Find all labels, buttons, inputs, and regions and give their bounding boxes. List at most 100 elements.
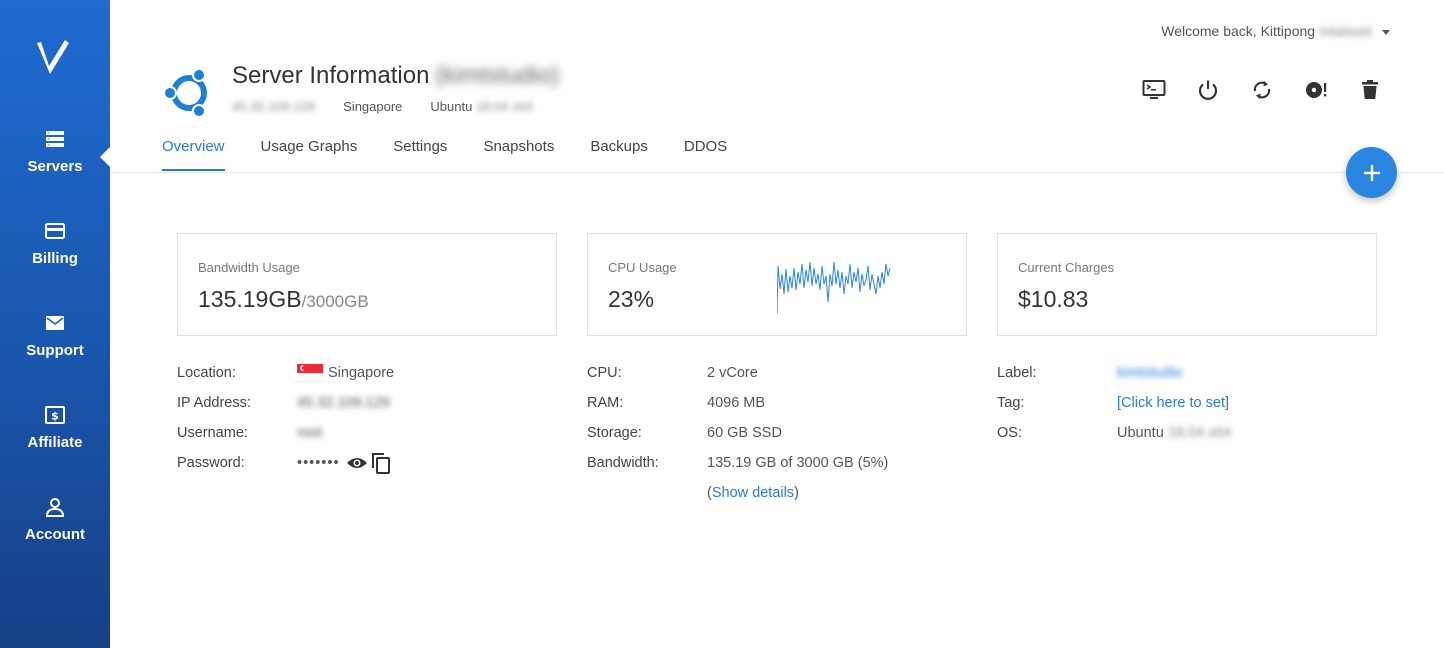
sidebar-item-billing[interactable]: Billing [0,220,110,268]
detail-label: Username: [177,425,248,441]
server-location: Singapore [343,99,403,114]
detail-row-storage: Storage: 60 GB SSD [587,418,967,448]
sidebar-item-servers[interactable]: Servers [0,128,110,176]
detail-row-username: Username: root [177,418,557,448]
sidebar-item-label: Billing [32,250,78,267]
logo-icon[interactable] [35,38,75,78]
detail-row-password: Password: ••••••• [177,448,557,478]
sidebar-item-label: Account [25,526,85,543]
sidebar-item-label: Affiliate [27,434,83,451]
show-details-link[interactable]: Show details [712,485,794,501]
ram-spec: 4096 MB [707,395,766,411]
detail-row-os: OS: Ubuntu 18.04 x64 [997,418,1377,448]
restart-icon [1253,81,1271,99]
username-value[interactable]: root [297,425,322,441]
server-meta: 45.32.109.129 Singapore Ubuntu 18.04 x64 [232,99,533,114]
detail-label: Password: [177,455,245,471]
page-title: Server Information (kimtstudio) [232,62,559,90]
card-label: Bandwidth Usage [198,260,300,275]
tab-overview[interactable]: Overview [162,138,225,171]
detail-label: Label: [997,365,1037,381]
detail-label: Location: [177,365,236,381]
charges-card: Current Charges $10.83 [997,233,1377,336]
user-menu[interactable]: Welcome back, Kittipong Intalsoet [1161,23,1390,39]
bandwidth-total: /3000GB [301,292,369,311]
active-indicator [100,146,111,168]
dollar-bill-icon: $ [45,406,65,424]
ip-value[interactable]: 45.32.109.129 [297,395,390,411]
add-server-button[interactable] [1346,147,1397,198]
trash-icon [1362,80,1378,99]
detail-label: Storage: [587,425,642,441]
restart-button[interactable] [1250,78,1274,102]
show-password-button[interactable] [346,452,368,474]
os-version: 18.04 x64 [1167,425,1232,441]
detail-row-tag: Tag: [Click here to set] [997,388,1377,418]
set-tag-link[interactable]: [Click here to set] [1117,395,1229,411]
plus-icon [1363,164,1380,181]
bandwidth-card: Bandwidth Usage 135.19GB/3000GB [177,233,557,336]
tab-usage-graphs[interactable]: Usage Graphs [261,138,358,171]
power-button[interactable] [1196,78,1220,102]
detail-row-show-details: (Show details) [587,478,967,508]
bandwidth-used: 135.19GB [198,286,302,312]
copy-icon [371,453,390,474]
storage-spec: 60 GB SSD [707,425,782,441]
card-label: Current Charges [1018,260,1115,275]
eye-icon [346,458,367,468]
welcome-text: Welcome back, Kittipong [1161,23,1316,39]
detail-label: RAM: [587,395,624,411]
envelope-icon [46,316,64,330]
detail-label: Bandwidth: [587,455,659,471]
password-value: ••••••• [297,455,340,471]
detail-row-ram: RAM: 4096 MB [587,388,967,418]
redacted-surname: Intalsoet [1319,23,1372,39]
show-details-wrapper: (Show details) [707,485,799,501]
cpu-spec: 2 vCore [707,365,758,381]
detail-value: Singapore [297,364,394,382]
detail-row-label: Label: kimtstudio [997,358,1377,388]
ubuntu-logo-icon [163,68,207,118]
os-name: Ubuntu [1117,425,1164,441]
detail-label: IP Address: [177,395,251,411]
detail-row-cpu: CPU: 2 vCore [587,358,967,388]
charges-value: $10.83 [1018,286,1089,312]
server-tabs: Overview Usage Graphs Settings Snapshots… [162,138,727,171]
tab-settings[interactable]: Settings [393,138,447,171]
servers-icon [46,131,64,147]
detail-label: Tag: [997,395,1025,411]
chevron-down-icon [1382,29,1390,35]
location-value: Singapore [328,365,395,381]
sidebar-item-support[interactable]: Support [0,312,110,360]
tab-backups[interactable]: Backups [590,138,648,171]
tab-ddos[interactable]: DDOS [684,138,727,171]
power-icon [1198,80,1218,100]
copy-password-button[interactable] [370,452,392,474]
page-title-text: Server Information [232,62,430,89]
detail-row-location: Location: Singapore [177,358,557,388]
console-button[interactable] [1142,78,1166,102]
reinstall-button[interactable] [1304,78,1328,102]
svg-text:$: $ [51,410,59,423]
tab-snapshots[interactable]: Snapshots [483,138,554,171]
details-server-access: Location: Singapore IP Address: 45.32.10… [177,358,557,478]
server-os: Ubuntu 18.04 x64 [430,99,533,114]
sidebar-item-account[interactable]: Account [0,496,110,544]
reinstall-icon [1306,82,1327,98]
sidebar-item-affiliate[interactable]: $ Affiliate [0,404,110,452]
server-os-version: 18.04 x64 [475,99,534,114]
credit-card-icon [45,223,65,239]
detail-label: CPU: [587,365,622,381]
destroy-button[interactable] [1358,78,1382,102]
server-label-link[interactable]: kimtstudio [1117,365,1182,381]
tabs-divider [110,172,1444,173]
detail-row-bandwidth: Bandwidth: 135.19 GB of 3000 GB (5%) [587,448,967,478]
bandwidth-value: 135.19GB/3000GB [198,286,369,313]
bandwidth-spec: 135.19 GB of 3000 GB (5%) [707,455,889,471]
redacted-hostname: (kimtstudio) [435,62,560,89]
sidebar-item-label: Servers [27,158,83,175]
server-ip: 45.32.109.129 [232,99,316,114]
sidebar: Servers Billing Support $ Affiliate Acco… [0,0,111,648]
cpu-sparkline [777,261,891,315]
details-meta: Label: kimtstudio Tag: [Click here to se… [997,358,1377,448]
